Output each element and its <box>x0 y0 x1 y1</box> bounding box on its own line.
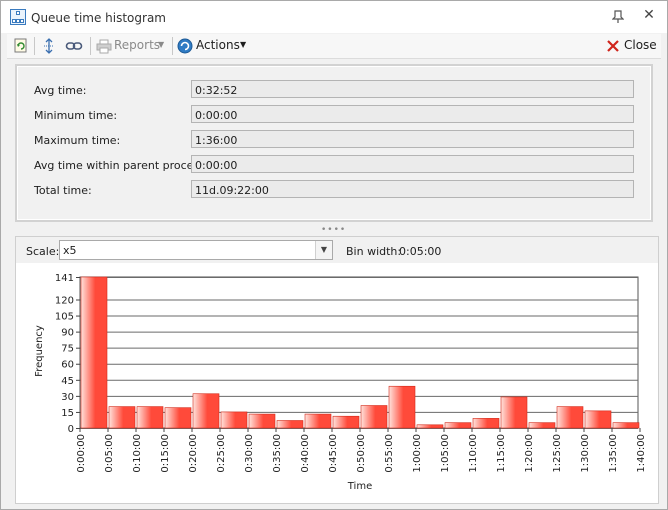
x-tick-label: 1:05:00 <box>440 434 451 473</box>
x-tick-label: 1:10:00 <box>468 434 479 473</box>
x-tick-label: 0:05:00 <box>104 434 115 473</box>
histogram-bar <box>276 420 304 429</box>
total-time-label: Total time: <box>34 184 92 197</box>
y-tick-label: 30 <box>61 392 74 403</box>
histogram-bar <box>192 393 220 429</box>
x-tick-label: 0:40:00 <box>300 434 311 473</box>
minimum-time-field[interactable]: 0:00:00 <box>191 105 634 123</box>
scale-bar: Scale: x5 ▼ Bin width: 0:05:00 <box>16 237 658 263</box>
x-tick-label: 1:40:00 <box>636 434 647 473</box>
toolbar: Reports ▼ Actions ▼ Close <box>7 34 661 59</box>
histogram-bar <box>220 411 248 429</box>
reports-button[interactable]: Reports <box>114 38 160 52</box>
avg-parent-time-label: Avg time within parent process: <box>34 159 209 172</box>
app-icon <box>10 9 26 25</box>
y-tick-label: 105 <box>55 312 74 323</box>
histogram-bar <box>388 385 416 429</box>
window-close-icon[interactable]: ✕ <box>641 7 657 25</box>
y-tick-label: 90 <box>61 328 74 339</box>
x-tick-label: 0:10:00 <box>132 434 143 473</box>
toolbar-separator <box>34 37 35 55</box>
reports-dropdown-icon[interactable]: ▼ <box>158 40 164 49</box>
x-tick-label: 0:00:00 <box>76 434 87 473</box>
scale-value: x5 <box>63 244 77 257</box>
y-tick-label: 45 <box>61 376 74 387</box>
total-time-field[interactable]: 11d.09:22:00 <box>191 180 634 198</box>
bin-width-value: 0:05:00 <box>399 245 442 258</box>
close-button[interactable]: Close <box>624 38 657 52</box>
y-tick-label: 120 <box>55 295 74 306</box>
printer-icon[interactable] <box>96 37 112 55</box>
x-tick-label: 1:15:00 <box>496 434 507 473</box>
histogram-bar <box>108 406 136 429</box>
histogram-chart: 0 15 30 45 60 75 90 105 120 141 0:00:00 0:05:00 0:1… <box>34 273 647 492</box>
pin-icon[interactable] <box>611 10 625 24</box>
toolbar-separator <box>90 37 91 55</box>
close-icon[interactable] <box>606 37 620 55</box>
histogram-panel: Scale: x5 ▼ Bin width: 0:05:00 0 15 30 45 60… <box>15 236 659 504</box>
maximum-time-label: Maximum time: <box>34 134 121 147</box>
x-axis-title: Time <box>347 481 372 492</box>
histogram-bar <box>472 418 500 429</box>
window-title: Queue time histogram <box>31 11 166 25</box>
link-icon[interactable] <box>65 37 83 55</box>
chevron-down-icon[interactable]: ▼ <box>315 241 332 259</box>
histogram-bar <box>164 407 192 429</box>
y-axis-title: Frequency <box>34 325 45 377</box>
histogram-bar <box>500 396 528 429</box>
toolbar-separator <box>172 37 173 55</box>
minimum-time-label: Minimum time: <box>34 109 118 122</box>
maximum-time-field[interactable]: 1:36:00 <box>191 130 634 148</box>
avg-time-field[interactable]: 0:32:52 <box>191 80 634 98</box>
bin-width-label: Bin width: <box>346 245 402 258</box>
x-tick-label: 1:35:00 <box>608 434 619 473</box>
y-tick-label: 0 <box>68 424 74 435</box>
scale-label: Scale: <box>26 245 60 258</box>
histogram-bar <box>556 406 584 429</box>
y-tick-label: 15 <box>61 408 74 419</box>
x-tick-label: 0:20:00 <box>188 434 199 473</box>
x-tick-label: 1:30:00 <box>580 434 591 473</box>
x-tick-label: 1:25:00 <box>552 434 563 473</box>
x-tick-label: 1:00:00 <box>412 434 423 473</box>
expand-icon[interactable] <box>41 37 57 55</box>
actions-dropdown-icon[interactable]: ▼ <box>240 40 246 49</box>
histogram-bar <box>332 415 360 429</box>
x-tick-label: 0:15:00 <box>160 434 171 473</box>
histogram-bar <box>612 422 640 429</box>
x-tick-label: 0:55:00 <box>384 434 395 473</box>
histogram-bar <box>444 422 472 429</box>
histogram-window: Queue time histogram ✕ Reports ▼ Actions… <box>0 0 668 510</box>
actions-icon[interactable] <box>177 37 193 55</box>
actions-button[interactable]: Actions <box>196 38 240 52</box>
histogram-bar <box>416 424 444 429</box>
y-tick-label: 141 <box>55 273 74 284</box>
x-tick-label: 1:20:00 <box>524 434 535 473</box>
avg-time-label: Avg time: <box>34 84 87 97</box>
x-tick-label: 0:25:00 <box>216 434 227 473</box>
scale-select[interactable]: x5 ▼ <box>59 240 333 260</box>
x-tick-label: 0:45:00 <box>328 434 339 473</box>
histogram-bar <box>584 410 612 429</box>
histogram-bar <box>80 276 108 429</box>
x-tick-label: 0:30:00 <box>244 434 255 473</box>
x-tick-label: 0:50:00 <box>356 434 367 473</box>
refresh-icon[interactable] <box>13 37 29 55</box>
title-bar: Queue time histogram ✕ <box>1 1 667 33</box>
y-tick-label: 60 <box>61 360 74 371</box>
histogram-bar <box>528 422 556 429</box>
x-tick-label: 0:35:00 <box>272 434 283 473</box>
splitter-handle[interactable]: •••• <box>321 226 345 235</box>
histogram-bar <box>360 405 388 429</box>
histogram-bar <box>136 406 164 429</box>
histogram-bar <box>248 413 276 429</box>
y-tick-label: 75 <box>61 344 74 355</box>
histogram-bar <box>304 413 332 429</box>
properties-panel: Avg time: 0:32:52 Minimum time: 0:00:00 … <box>15 64 653 222</box>
avg-parent-time-field[interactable]: 0:00:00 <box>191 155 634 173</box>
